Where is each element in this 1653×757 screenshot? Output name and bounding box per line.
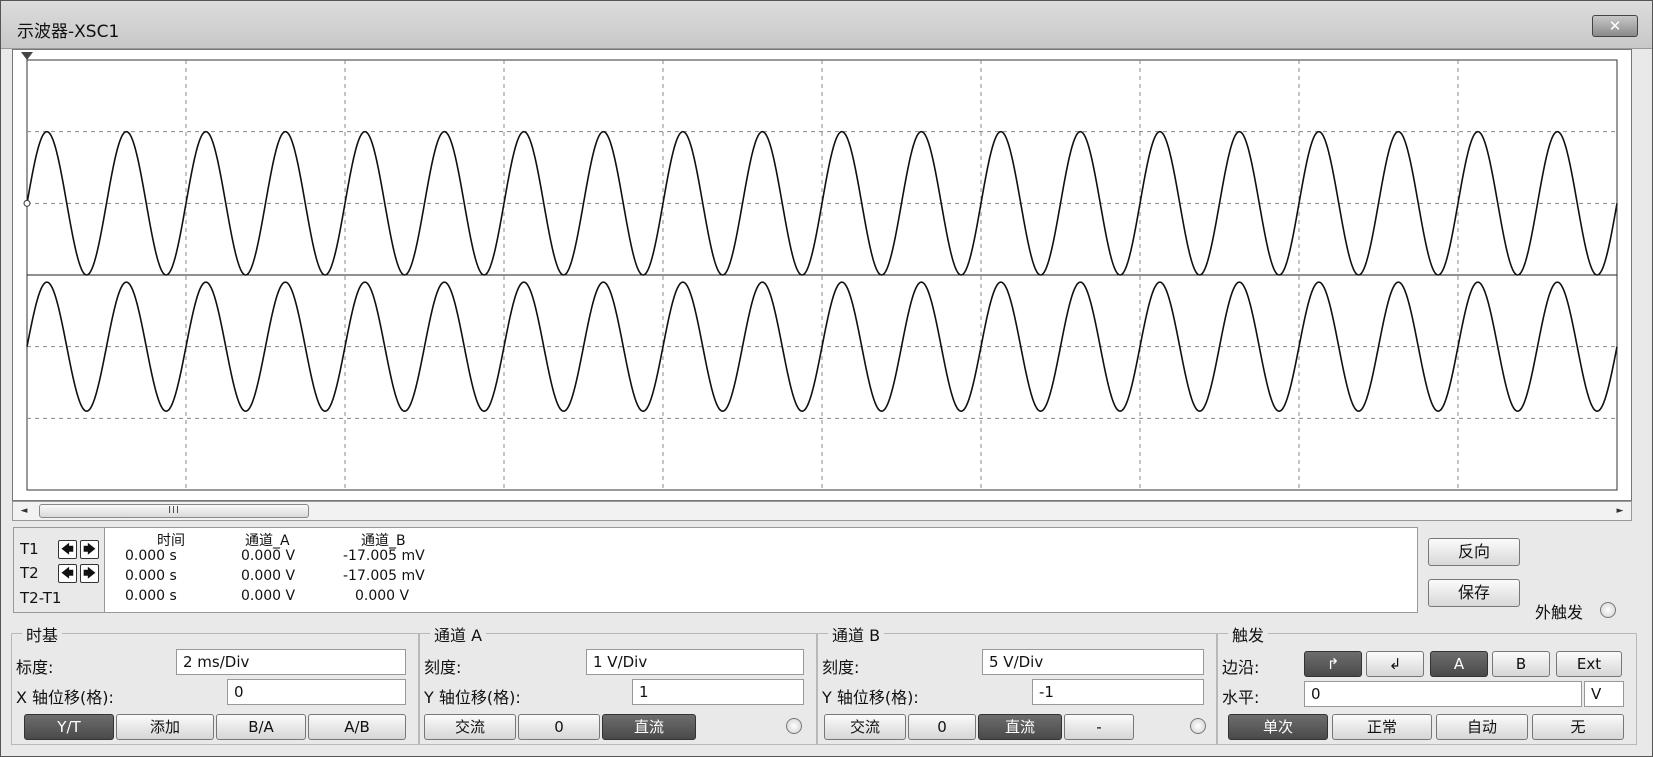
trigger-source-b-button[interactable]: B [1492,651,1550,677]
channel-a-ypos-label: Y 轴位移(格): [424,688,521,707]
cursor-panel: T1 🡄 🡆 T2 🡄 🡆 T2-T1 时间 通道_A 通道_B 0.000 s… [13,527,1418,613]
timebase-group: 时基 标度: 2 ms/Div X 轴位移(格): 0 Y/T 添加 B/A A… [11,622,419,745]
trigger-normal-button[interactable]: 正常 [1332,714,1432,740]
save-button[interactable]: 保存 [1428,579,1520,607]
t1-channel-b: -17.005 mV [343,548,425,564]
t2-right-arrow-button[interactable]: 🡆 [80,564,99,583]
window-title: 示波器-XSC1 [17,22,120,42]
close-button[interactable]: ✕ [1592,15,1638,37]
t2-time: 0.000 s [125,568,177,584]
channel-b-title: 通道 B [828,622,885,646]
channel-a-title: 通道 A [430,622,487,646]
t2-channel-a: 0.000 V [241,568,296,584]
timebase-scale-label: 标度: [16,658,54,677]
trigger-group: 触发 边沿: ↱ ↲ A B Ext 水平: 0 V 单次 正常 自动 无 [1217,622,1637,745]
t1-right-arrow-button[interactable]: 🡆 [80,540,99,559]
channel-a-ground-marker [23,199,31,207]
trigger-level-label: 水平: [1222,688,1260,707]
timebase-title: 时基 [22,622,63,646]
title-bar: 示波器-XSC1 ✕ [1,1,1652,49]
channel-a-scale-field[interactable]: 1 V/Div [586,649,804,675]
channel-b-dc-button[interactable]: 直流 [978,714,1062,740]
trigger-source-a-button[interactable]: A [1430,651,1488,677]
ba-mode-button[interactable]: B/A [216,714,306,740]
add-mode-button[interactable]: 添加 [116,714,214,740]
t1-left-arrow-button[interactable]: 🡄 [58,540,77,559]
falling-edge-icon: ↲ [1388,655,1402,673]
ab-mode-button[interactable]: A/B [308,714,406,740]
t1-time: 0.000 s [125,548,177,564]
ext-trigger-label: 外触发 [1535,603,1584,622]
arrow-left-icon: 🡄 [61,542,74,556]
channel-a-ac-button[interactable]: 交流 [424,714,516,740]
t2-t1-channel-b: 0.000 V [355,588,410,604]
x-position-label: X 轴位移(格): [16,688,114,707]
col-header-channel-a: 通道_A [245,533,290,549]
channel-b-ypos-field[interactable]: -1 [1032,679,1204,705]
scroll-right-icon[interactable]: ► [1611,502,1629,520]
channel-a-zero-button[interactable]: 0 [518,714,600,740]
t2-t1-channel-a: 0.000 V [241,588,296,604]
trigger-source-ext-button[interactable]: Ext [1556,651,1622,677]
t2-left-arrow-button[interactable]: 🡄 [58,564,77,583]
scope-display [12,49,1632,501]
channel-b-minus-button[interactable]: - [1064,714,1134,740]
channel-b-indicator [1190,718,1206,734]
oscilloscope-window: 示波器-XSC1 ✕ ◄ III ► T1 🡄 🡆 T2 🡄 🡆 T2-T1 时… [0,0,1653,757]
channel-b-zero-button[interactable]: 0 [908,714,976,740]
cursor-t1-label: T1 [20,540,39,558]
channel-a-indicator [786,718,802,734]
x-position-field[interactable]: 0 [227,679,406,705]
channel-b-scale-label: 刻度: [822,658,860,677]
cursor-t2-label: T2 [20,564,39,582]
col-header-time: 时间 [157,533,185,549]
cursor-t2-t1-label: T2-T1 [20,589,62,607]
close-x-icon: ✕ [1608,17,1622,35]
cursor-t1-marker [21,52,33,60]
timebase-scale-field[interactable]: 2 ms/Div [176,649,406,675]
horizontal-scrollbar[interactable]: ◄ III ► [12,501,1632,521]
trigger-auto-button[interactable]: 自动 [1436,714,1528,740]
channel-a-ypos-field[interactable]: 1 [632,679,804,705]
channel-b-ypos-label: Y 轴位移(格): [822,688,919,707]
scroll-left-icon[interactable]: ◄ [15,502,33,520]
t2-channel-b: -17.005 mV [343,568,425,584]
trigger-none-button[interactable]: 无 [1532,714,1624,740]
channel-b-group: 通道 B 刻度: 5 V/Div Y 轴位移(格): -1 交流 0 直流 - [817,622,1217,745]
rising-edge-icon: ↱ [1326,655,1340,673]
trigger-level-unit: V [1584,681,1624,707]
trigger-title: 触发 [1228,622,1269,646]
channel-b-scale-field[interactable]: 5 V/Div [982,649,1204,675]
arrow-left-icon: 🡄 [61,566,74,580]
channel-a-group: 通道 A 刻度: 1 V/Div Y 轴位移(格): 1 交流 0 直流 [419,622,817,745]
channel-a-dc-button[interactable]: 直流 [602,714,696,740]
yt-mode-button[interactable]: Y/T [24,714,114,740]
scope-svg [21,52,1618,491]
t1-channel-a: 0.000 V [241,548,296,564]
reverse-button[interactable]: 反向 [1428,538,1520,566]
col-header-channel-b: 通道_B [361,533,406,549]
t2-t1-time: 0.000 s [125,588,177,604]
channel-a-scale-label: 刻度: [424,658,462,677]
arrow-right-icon: 🡆 [83,566,96,580]
arrow-right-icon: 🡆 [83,542,96,556]
channel-b-ac-button[interactable]: 交流 [824,714,906,740]
trigger-single-button[interactable]: 单次 [1228,714,1328,740]
ext-trigger-radio[interactable] [1600,602,1616,618]
cursor-readout: 时间 通道_A 通道_B 0.000 s 0.000 V -17.005 mV … [104,528,1417,612]
trigger-edge-label: 边沿: [1222,658,1260,677]
scroll-thumb[interactable]: III [39,504,309,518]
trigger-level-field[interactable]: 0 [1304,681,1582,707]
falling-edge-button[interactable]: ↲ [1366,651,1424,677]
cursor-labels: T1 🡄 🡆 T2 🡄 🡆 T2-T1 [14,528,102,612]
rising-edge-button[interactable]: ↱ [1304,651,1362,677]
